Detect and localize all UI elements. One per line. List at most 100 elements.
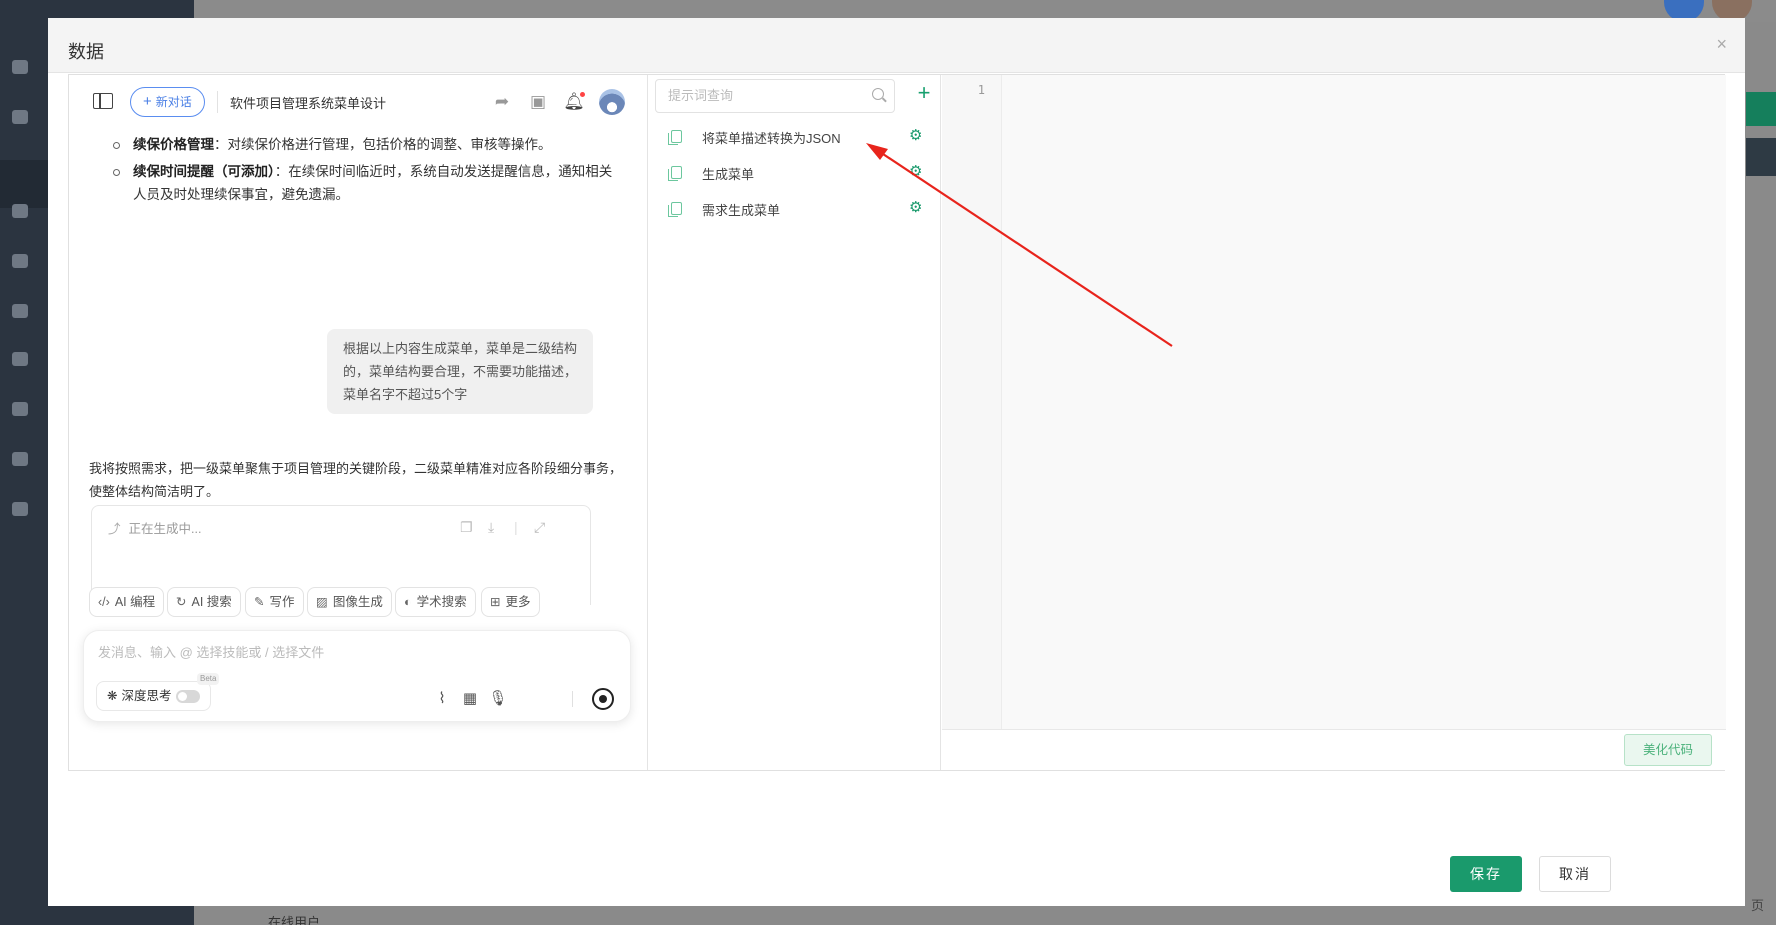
tool-label: 更多 <box>505 595 531 609</box>
dashboard-icon <box>12 60 28 74</box>
cancel-button[interactable]: 取消 <box>1539 856 1611 892</box>
copy-document-icon <box>668 202 682 217</box>
pen-icon: ✎ <box>254 595 265 609</box>
composer-divider <box>572 691 573 707</box>
tool-label: 写作 <box>269 595 295 609</box>
background-green-button <box>1746 92 1776 126</box>
settings-icon <box>12 254 28 268</box>
camera-icon[interactable]: ▦ <box>460 689 480 709</box>
tool-label: 学术搜索 <box>416 595 467 609</box>
image-generation-button[interactable]: ▨ 图像生成 <box>307 587 392 617</box>
code-input-area[interactable] <box>1002 75 1726 729</box>
atom-icon: ❋ <box>107 689 118 703</box>
toolbar-divider <box>217 91 218 113</box>
deep-think-toggle[interactable]: ❋ 深度思考 Beta <box>96 673 220 711</box>
prompt-list: 将菜单描述转换为JSON ⚙ 生成菜单 ⚙ 需求生成菜单 ⚙ <box>649 119 941 227</box>
assistant-message: 我将按照需求，把一级菜单聚焦于项目管理的关键阶段，二级菜单精准对应各阶段细分事务… <box>89 461 623 499</box>
background-online-users: 在线用户 <box>268 915 321 925</box>
plus-icon: + <box>143 93 152 110</box>
download-icon[interactable]: ⤓ <box>488 516 494 539</box>
image-icon: ▨ <box>316 595 328 609</box>
share-icon[interactable]: ➦ <box>491 91 513 113</box>
prompt-label: 将菜单描述转换为JSON <box>702 131 841 146</box>
attachment-icon[interactable]: ⌇ <box>432 689 452 709</box>
line-number: 1 <box>977 83 985 97</box>
writing-button[interactable]: ✎ 写作 <box>245 587 304 617</box>
chat-toolbar: + 新对话 软件项目管理系统菜单设计 ➦ ▣ 🔔︎ <box>69 75 647 129</box>
gear-icon[interactable]: ⚙ <box>909 198 922 216</box>
globe-icon: ◐ <box>404 595 412 609</box>
search-icon[interactable] <box>872 88 884 100</box>
message-composer: ❋深度思考 Beta ⌇ ▦ 🎙︎ <box>83 630 631 722</box>
monitor-icon <box>12 304 28 318</box>
dialog-content: + 新对话 软件项目管理系统菜单设计 ➦ ▣ 🔔︎ 续保价格管理：对续保价格进行管… <box>68 74 1726 771</box>
code-icon: ‹/› <box>98 595 110 609</box>
bullet-heading: 续保时间提醒（可添加） <box>133 164 275 179</box>
user-message-bubble: 根据以上内容生成菜单，菜单是二级结构的，菜单结构要合理，不需要功能描述，菜单名字… <box>327 329 593 414</box>
save-button[interactable]: 保存 <box>1450 856 1522 892</box>
conversation-title: 软件项目管理系统菜单设计 <box>230 96 387 111</box>
avatar[interactable] <box>599 89 625 115</box>
gear-icon[interactable]: ⚙ <box>909 126 922 144</box>
list-item: 续保价格管理：对续保价格进行管理，包括价格的调整、审核等操作。 <box>113 133 613 156</box>
copy-document-icon <box>668 130 682 145</box>
wand-icon: ⤴ <box>108 522 121 536</box>
tool-label: 图像生成 <box>332 595 383 609</box>
menu-icon <box>12 110 28 124</box>
prompt-label: 需求生成菜单 <box>702 203 781 218</box>
new-chat-button[interactable]: + 新对话 <box>130 87 205 117</box>
nav-icon <box>12 204 28 218</box>
bullet-text: ：对续保价格进行管理，包括价格的调整、审核等操作。 <box>214 137 552 152</box>
chat-messages: 续保价格管理：对续保价格进行管理，包括价格的调整、审核等操作。 续保时间提醒（可… <box>69 129 647 605</box>
list-item[interactable]: 生成菜单 ⚙ <box>649 155 941 191</box>
list-item: 续保时间提醒（可添加）：在续保时间临近时，系统自动发送提醒信息，通知相关人员及时… <box>113 160 613 206</box>
message-input[interactable] <box>98 645 598 660</box>
list-item[interactable]: 需求生成菜单 ⚙ <box>649 191 941 227</box>
gear-icon[interactable]: ⚙ <box>909 162 922 180</box>
box-icon <box>12 402 28 416</box>
deep-think-switch[interactable] <box>175 690 200 704</box>
data-dialog: 数据 × + 新对话 软件项目管理系统菜单设计 ➦ ▣ 🔔︎ 续保价格管理：对续保… <box>48 18 1745 906</box>
bell-icon[interactable]: 🔔︎ <box>563 91 585 113</box>
code-editor: 1 美化代码 <box>942 75 1726 770</box>
dialog-title: 数据 <box>68 42 104 62</box>
ai-search-button[interactable]: ↻ AI 搜索 <box>167 587 241 617</box>
more-button[interactable]: ⊞ 更多 <box>481 587 540 617</box>
beautify-code-button[interactable]: 美化代码 <box>1623 734 1712 766</box>
ai-coding-button[interactable]: ‹/› AI 编程 <box>89 587 165 617</box>
bullet-heading: 续保价格管理 <box>133 137 214 152</box>
sidebar-toggle-icon[interactable] <box>93 93 113 109</box>
new-chat-label: 新对话 <box>155 95 192 109</box>
tag-icon <box>12 452 28 466</box>
archive-icon[interactable]: ▣ <box>527 91 549 113</box>
add-prompt-button[interactable]: + <box>911 81 937 107</box>
prompt-panel: + 将菜单描述转换为JSON ⚙ 生成菜单 ⚙ 需求生成菜单 ⚙ <box>649 75 941 770</box>
expand-icon[interactable]: ⤢ <box>534 516 545 539</box>
copy-document-icon <box>668 166 682 181</box>
document-icon <box>12 502 28 516</box>
beta-badge: Beta <box>197 673 220 685</box>
generating-status-text: 正在生成中... <box>128 522 202 536</box>
deep-think-label: 深度思考 <box>121 689 172 703</box>
prompt-search-box <box>655 79 895 113</box>
send-button[interactable] <box>592 688 614 710</box>
send-icon <box>12 352 28 366</box>
copy-icon[interactable]: ❐ <box>460 516 473 539</box>
microphone-icon[interactable]: 🎙︎ <box>488 689 508 709</box>
prompt-search-input[interactable] <box>668 88 868 103</box>
background-page-label: 页 <box>1750 898 1764 913</box>
list-item[interactable]: 将菜单描述转换为JSON ⚙ <box>649 119 941 155</box>
dialog-header: 数据 × <box>48 18 1745 73</box>
line-number-gutter: 1 <box>942 75 1002 729</box>
close-icon[interactable]: × <box>1716 34 1727 55</box>
chat-panel: + 新对话 软件项目管理系统菜单设计 ➦ ▣ 🔔︎ 续保价格管理：对续保价格进行管… <box>69 75 648 770</box>
background-dark-button <box>1746 138 1776 176</box>
apps-icon: ⊞ <box>490 595 501 609</box>
notification-dot <box>580 92 585 97</box>
editor-footer: 美化代码 <box>942 729 1726 770</box>
assistant-bullet-list: 续保价格管理：对续保价格进行管理，包括价格的调整、审核等操作。 续保时间提醒（可… <box>113 133 613 210</box>
generating-status: ⤴ 正在生成中... <box>108 518 201 541</box>
tool-divider: | <box>514 519 518 535</box>
academic-search-button[interactable]: ◐ 学术搜索 <box>395 587 476 617</box>
tool-label: AI 编程 <box>114 595 156 609</box>
